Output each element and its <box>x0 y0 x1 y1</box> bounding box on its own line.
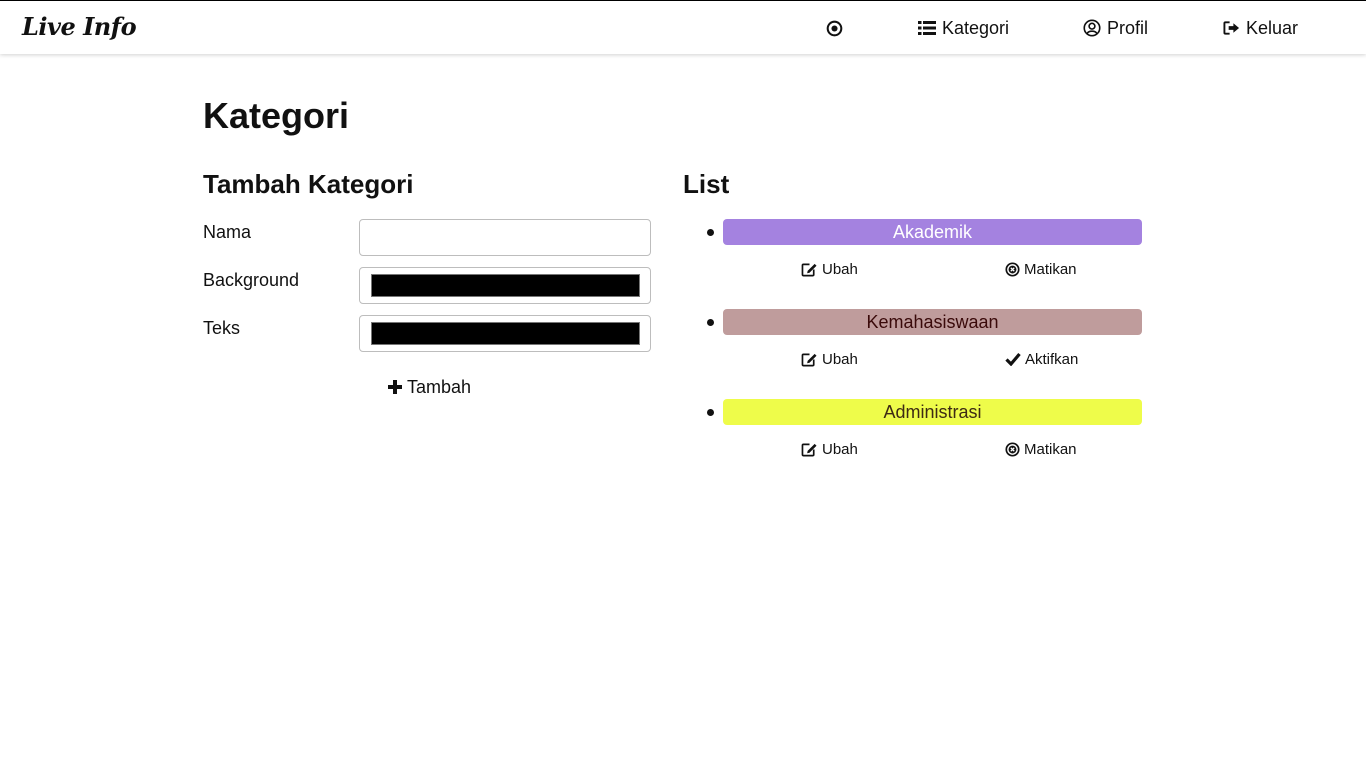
matikan-label: Matikan <box>1024 260 1077 278</box>
times-circle-icon <box>1005 261 1020 277</box>
ubah-label: Ubah <box>822 260 858 278</box>
teks-color-picker[interactable] <box>371 322 640 345</box>
ubah-button[interactable]: Ubah <box>801 260 858 278</box>
tambah-button[interactable]: Tambah <box>388 376 471 398</box>
edit-icon <box>801 353 817 366</box>
nav-keluar-label: Keluar <box>1246 17 1299 38</box>
teks-field-wrapper <box>359 315 651 352</box>
brand-logo[interactable]: Live Info <box>22 12 137 41</box>
edit-icon <box>801 443 817 456</box>
list-icon <box>918 21 936 35</box>
ubah-button[interactable]: Ubah <box>801 440 858 458</box>
matikan-button[interactable]: Matikan <box>1005 260 1077 278</box>
bullet <box>707 409 714 416</box>
category-badge: Kemahasiswaan <box>723 309 1142 335</box>
matikan-label: Matikan <box>1024 440 1077 458</box>
matikan-button[interactable]: Matikan <box>1005 440 1077 458</box>
user-circle-icon <box>1083 19 1101 37</box>
category-badge: Akademik <box>723 219 1142 245</box>
form-title: Tambah Kategori <box>203 169 414 199</box>
background-field-wrapper <box>359 267 651 304</box>
background-label: Background <box>203 270 300 290</box>
sign-out-icon <box>1223 21 1240 35</box>
check-icon <box>1005 352 1021 366</box>
plus-icon <box>388 380 402 394</box>
teks-label: Teks <box>203 318 241 338</box>
nav-kategori-label: Kategori <box>942 17 1010 38</box>
aktifkan-button[interactable]: Aktifkan <box>1005 350 1078 368</box>
nama-input[interactable] <box>360 220 650 255</box>
nav-keluar[interactable]: Keluar <box>1223 17 1298 39</box>
bullet <box>707 319 714 326</box>
category-badge: Administrasi <box>723 399 1142 425</box>
nama-label: Nama <box>203 222 252 242</box>
ubah-label: Ubah <box>822 350 858 368</box>
nav-kategori[interactable]: Kategori <box>918 17 1009 39</box>
edit-icon <box>801 263 817 276</box>
list-title: List <box>683 169 730 199</box>
nav-home[interactable] <box>826 17 843 39</box>
times-circle-icon <box>1005 441 1020 457</box>
nama-field-wrapper <box>359 219 651 256</box>
tambah-label: Tambah <box>407 376 472 397</box>
list-item: Akademik Ubah Matikan <box>683 219 1142 285</box>
ubah-button[interactable]: Ubah <box>801 350 858 368</box>
bullet <box>707 229 714 236</box>
list-item: Kemahasiswaan Ubah Aktifkan <box>683 309 1142 375</box>
list-item: Administrasi Ubah Matikan <box>683 399 1142 465</box>
page-title: Kategori <box>203 95 350 136</box>
ubah-label: Ubah <box>822 440 858 458</box>
dot-circle-icon <box>826 20 843 36</box>
background-color-picker[interactable] <box>371 274 640 297</box>
nav-profil-label: Profil <box>1107 17 1149 38</box>
navbar: Live Info Kategori Profil Keluar <box>0 0 1366 54</box>
aktifkan-label: Aktifkan <box>1025 350 1079 368</box>
nav-profil[interactable]: Profil <box>1083 17 1148 39</box>
